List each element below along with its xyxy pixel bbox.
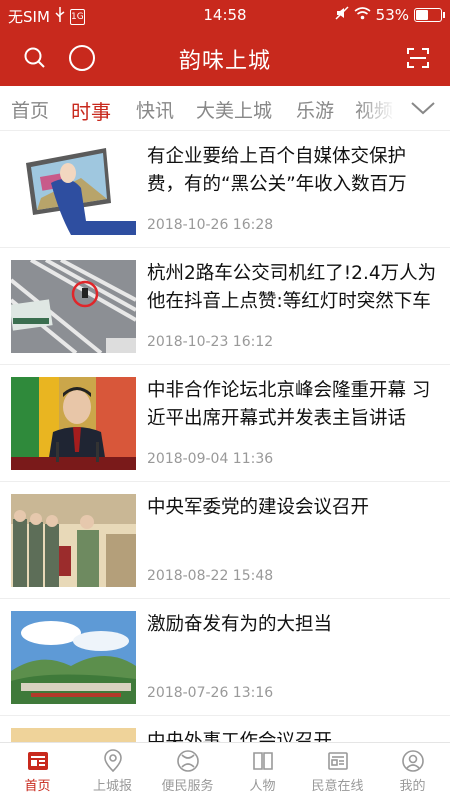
article-title: 杭州2路车公交司机红了!2.4万人为他在抖音上点赞:等红灯时突然下车 [147, 263, 437, 312]
nav-label: 上城报 [92, 779, 132, 794]
nav-profile[interactable]: 我的 [375, 743, 450, 801]
article-date: 2018-09-04 11:36 [147, 451, 274, 467]
nav-label: 我的 [399, 779, 426, 794]
page-title: 韵味上城 [178, 49, 271, 74]
mute-icon [335, 6, 349, 24]
photo-icon [11, 728, 136, 742]
nav-services[interactable]: 便民服务 [150, 743, 225, 801]
book-icon [251, 749, 275, 773]
nav-label: 首页 [24, 779, 51, 794]
tab-home[interactable]: 首页 [11, 96, 49, 123]
article-title: 中非合作论坛北京峰会隆重开幕 习近平出席开幕式并发表主旨讲话 [147, 380, 431, 429]
bottom-navigation: 首页 上城报 便民服务 人物 民意在线 我的 [0, 742, 450, 801]
tab-travel[interactable]: 乐游 [296, 96, 334, 123]
chevron-down-icon[interactable] [396, 86, 450, 130]
newspaper-icon [326, 749, 350, 773]
nav-public-opinion[interactable]: 民意在线 [300, 743, 375, 801]
news-icon [26, 749, 50, 773]
article-title: 中央军委党的建设会议召开 [147, 497, 370, 518]
list-item[interactable]: 杭州2路车公交司机红了!2.4万人为他在抖音上点赞:等红灯时突然下车 2018-… [0, 248, 450, 365]
tab-beautiful-shangcheng[interactable]: 大美上城 [196, 96, 272, 123]
scan-icon[interactable] [400, 40, 436, 76]
article-title: 激励奋发有为的大担当 [147, 614, 333, 635]
nav-home[interactable]: 首页 [0, 743, 75, 801]
article-date: 2018-10-23 16:12 [147, 334, 274, 350]
nav-label: 人物 [249, 779, 276, 794]
meeting-photo-icon [11, 494, 136, 587]
battery-percent: 53% [375, 6, 409, 24]
category-tabs: 首页 时事 快讯 大美上城 乐游 视频 [0, 86, 450, 131]
illustration-icon [11, 143, 136, 236]
article-date: 2018-07-26 13:16 [147, 685, 274, 701]
user-icon [401, 749, 425, 773]
article-date: 2018-10-26 16:28 [147, 217, 274, 233]
service-icon [176, 749, 200, 773]
speech-photo-icon [11, 377, 136, 470]
tab-flash[interactable]: 快讯 [136, 96, 174, 123]
article-title: 有企业要给上百个自媒体交保护费，有的“黑公关”年收入数百万 [147, 146, 407, 195]
list-item[interactable]: 中央军委党的建设会议召开 2018-08-22 15:48 [0, 482, 450, 599]
nav-shangcheng-news[interactable]: 上城报 [75, 743, 150, 801]
nav-people[interactable]: 人物 [225, 743, 300, 801]
wifi-icon [354, 6, 371, 24]
nav-label: 便民服务 [161, 779, 214, 794]
list-item[interactable]: 中非合作论坛北京峰会隆重开幕 习近平出席开幕式并发表主旨讲话 2018-09-0… [0, 365, 450, 482]
street-photo-icon [11, 260, 136, 353]
app-header: 无SIM 1G 14:58 53% 韵味上城 [0, 0, 450, 86]
tab-current-affairs[interactable]: 时事 [71, 96, 111, 125]
list-item[interactable]: 有企业要给上百个自媒体交保护费，有的“黑公关”年收入数百万 2018-10-26… [0, 131, 450, 248]
battery-icon [414, 8, 445, 22]
list-item[interactable]: 中央外事工作会议召开 [0, 716, 450, 742]
article-date: 2018-08-22 15:48 [147, 568, 274, 584]
list-item[interactable]: 激励奋发有为的大担当 2018-07-26 13:16 [0, 599, 450, 716]
article-list: 有企业要给上百个自媒体交保护费，有的“黑公关”年收入数百万 2018-10-26… [0, 131, 450, 742]
nav-label: 民意在线 [311, 779, 364, 794]
landscape-photo-icon [11, 611, 136, 704]
location-icon [101, 749, 125, 773]
article-title: 中央外事工作会议召开 [147, 731, 333, 742]
status-bar: 无SIM 1G 14:58 53% [0, 0, 450, 30]
